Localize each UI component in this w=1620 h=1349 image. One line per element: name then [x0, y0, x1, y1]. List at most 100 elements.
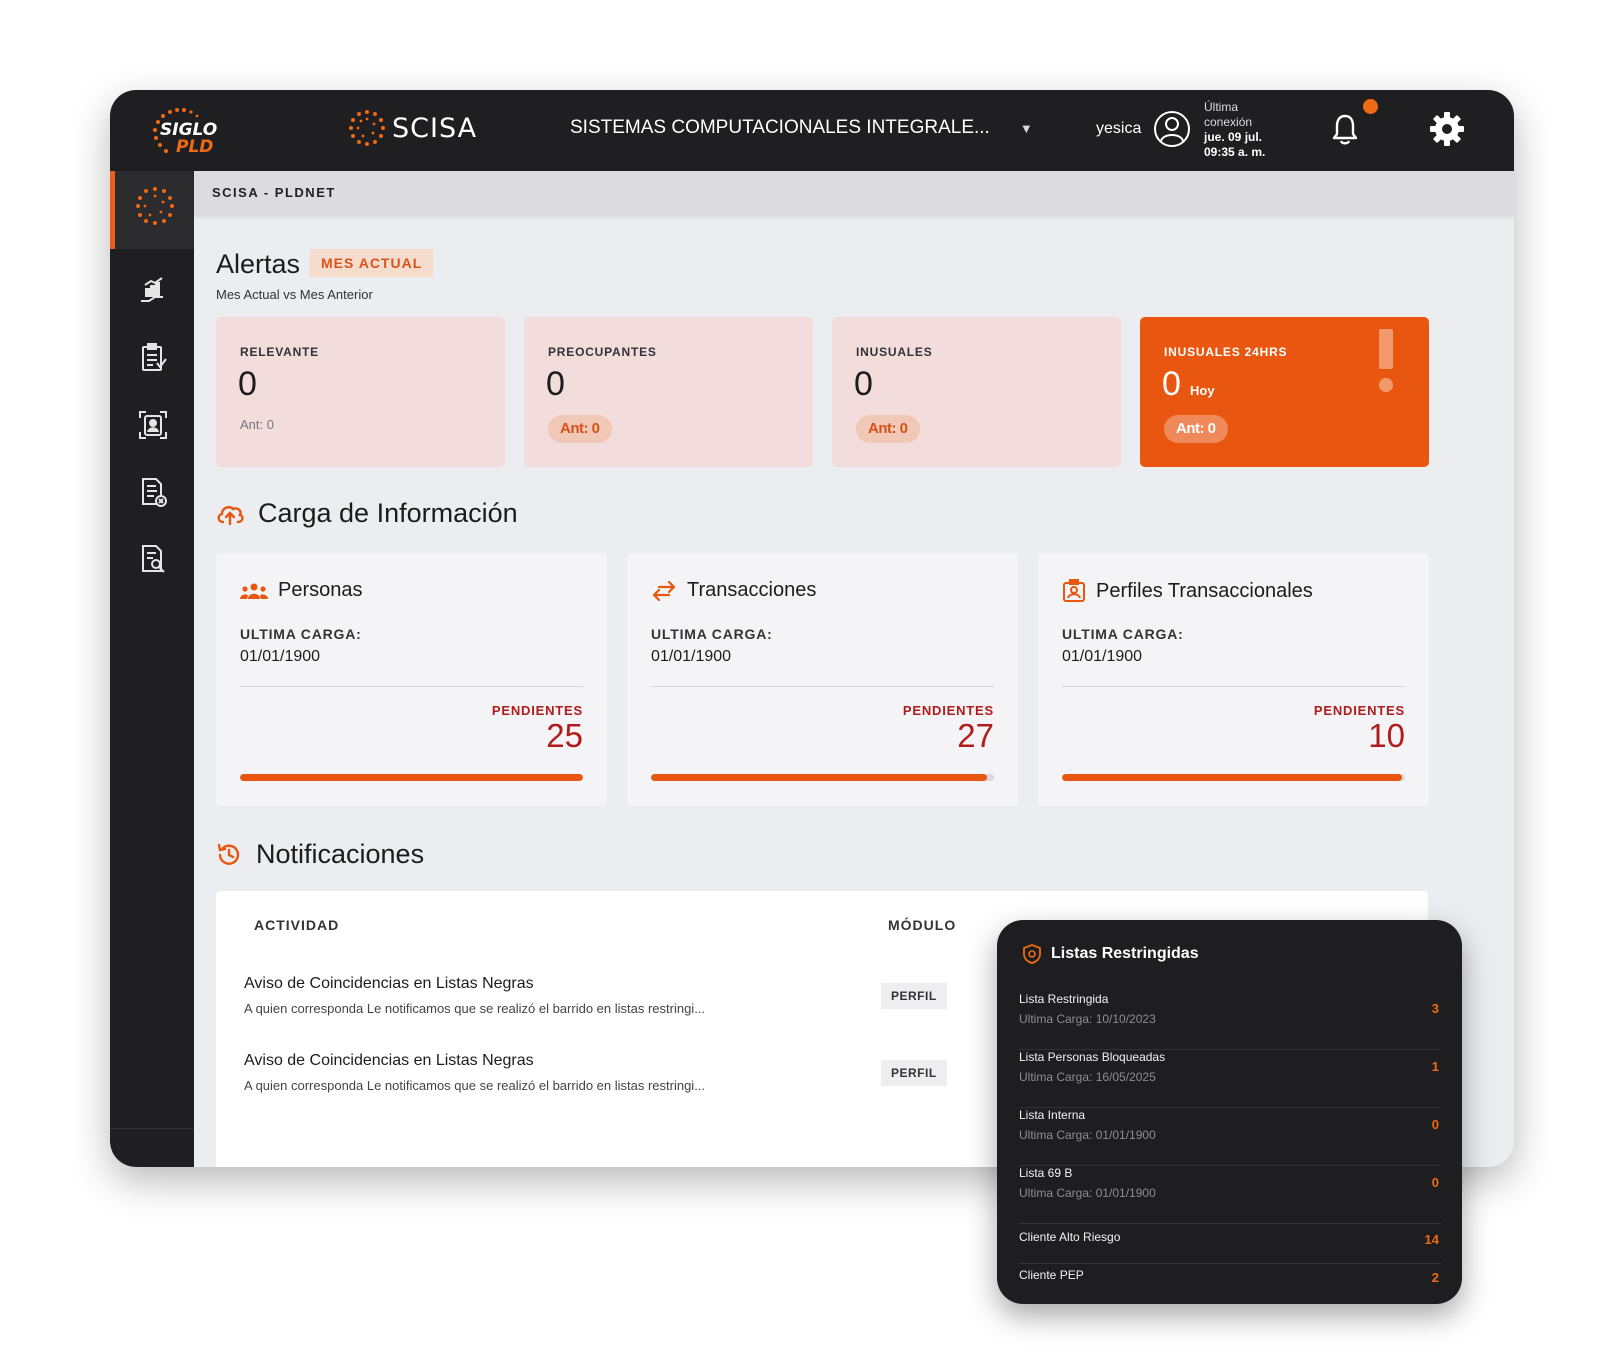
- list-item-count: 14: [1424, 1232, 1439, 1247]
- alert-card-hoy: Hoy: [1190, 383, 1215, 398]
- carga-card-transacciones[interactable]: Transacciones ULTIMA CARGA: 01/01/1900 P…: [627, 553, 1018, 806]
- alert-card-ant: Ant: 0: [240, 417, 274, 432]
- top-bar: SIGLO PLD SCISA SISTEMAS COMPUTACIONALES…: [110, 90, 1514, 171]
- cloud-upload-icon: [217, 505, 244, 525]
- progress-fill: [240, 774, 583, 781]
- analytics-hand-icon[interactable]: [137, 275, 169, 307]
- alert-card-preocupantes[interactable]: PREOCUPANTES 0 Ant: 0: [524, 317, 813, 467]
- list-item[interactable]: Lista 69 B Ultima Carga: 01/01/1900 0: [1019, 1166, 1441, 1224]
- caret-down-icon: ▼: [1019, 120, 1033, 136]
- list-item[interactable]: Lista Restringida Ultima Carga: 10/10/20…: [1019, 992, 1441, 1050]
- gear-icon[interactable]: [1428, 110, 1466, 148]
- alert-card-ant: Ant: 0: [548, 415, 612, 443]
- module-badge: PERFIL: [881, 1060, 947, 1086]
- document-search-icon[interactable]: [137, 543, 169, 575]
- carga-card-header: Transacciones: [651, 579, 816, 602]
- list-item[interactable]: Cliente Alto Riesgo 14: [1019, 1224, 1441, 1264]
- ultima-carga-label: ULTIMA CARGA:: [1062, 626, 1184, 642]
- ultima-carga-date: 01/01/1900: [1062, 648, 1143, 665]
- notification-description: A quien corresponda Le notificamos que s…: [244, 1078, 706, 1093]
- carga-card-title: Transacciones: [687, 579, 817, 601]
- scisa-logo-text: SCISA: [392, 112, 478, 144]
- list-item-count: 2: [1431, 1270, 1439, 1285]
- svg-text:PLD: PLD: [176, 137, 213, 157]
- user-avatar-icon[interactable]: [1153, 110, 1191, 148]
- list-item-name: Lista 69 B: [1019, 1166, 1073, 1180]
- arrows-exchange-icon: [652, 580, 676, 601]
- list-item-name: Lista Personas Bloqueadas: [1019, 1050, 1166, 1064]
- list-item[interactable]: Lista Personas Bloqueadas Ultima Carga: …: [1019, 1050, 1441, 1108]
- pendientes-label: PENDIENTES: [902, 703, 994, 718]
- alert-card-ant: Ant: 0: [1164, 415, 1228, 443]
- list-item-date: Ultima Carga: 10/10/2023: [1019, 1012, 1156, 1026]
- ultima-carga-date: 01/01/1900: [651, 648, 732, 665]
- list-item-date: Ultima Carga: 01/01/1900: [1019, 1186, 1156, 1200]
- progress-bar: [651, 774, 994, 781]
- pendientes-count: 25: [546, 717, 583, 754]
- sidebar: [110, 171, 194, 1167]
- alert-card-value: 0: [854, 365, 873, 403]
- alert-card-label: PREOCUPANTES: [548, 345, 657, 359]
- module-badge: PERFIL: [881, 983, 947, 1009]
- carga-card-title: Perfiles Transaccionales: [1096, 579, 1313, 602]
- carga-card-personas[interactable]: Personas ULTIMA CARGA: 01/01/1900 PENDIE…: [216, 553, 607, 806]
- carga-card-title: Personas: [278, 579, 363, 601]
- alerts-title: Alertas: [216, 249, 301, 279]
- user-name[interactable]: yesica: [1096, 120, 1141, 138]
- carga-section-title: Carga de Información: [216, 498, 518, 529]
- alert-card-value: 0: [1162, 365, 1181, 403]
- scisa-dots-icon: [349, 110, 385, 146]
- profile-id-icon[interactable]: [137, 409, 169, 441]
- last-connection-label-1: Última: [1204, 100, 1239, 114]
- company-selector[interactable]: SISTEMAS COMPUTACIONALES INTEGRALE... ▼: [570, 117, 1033, 139]
- alert-card-label: INUSUALES 24HRS: [1164, 345, 1288, 359]
- pendientes-label: PENDIENTES: [491, 703, 583, 718]
- list-item-name: Cliente PEP: [1019, 1268, 1084, 1282]
- scisa-logo[interactable]: SCISA: [348, 104, 477, 152]
- bell-icon[interactable]: [1330, 112, 1360, 146]
- breadcrumb: SCISA - PLDNET: [194, 171, 1514, 215]
- clipboard-check-icon[interactable]: [137, 342, 169, 374]
- notificaciones-section-title: Notificaciones: [216, 839, 424, 870]
- scisa-logo-icon: [136, 187, 174, 225]
- ultima-carga-label: ULTIMA CARGA:: [240, 626, 362, 642]
- document-x-icon[interactable]: [137, 476, 169, 508]
- last-connection-time: 09:35 a. m.: [1204, 145, 1266, 159]
- carga-card-perfiles[interactable]: Perfiles Transaccionales ULTIMA CARGA: 0…: [1038, 553, 1429, 806]
- notification-description: A quien corresponda Le notificamos que s…: [244, 1001, 706, 1016]
- alert-card-inusuales[interactable]: INUSUALES 0 Ant: 0: [832, 317, 1121, 467]
- carga-card-header: Perfiles Transaccionales: [1062, 579, 1313, 603]
- card-divider: [1062, 686, 1405, 687]
- mes-actual-badge: MES ACTUAL: [310, 249, 434, 277]
- people-icon: [240, 583, 268, 599]
- ultima-carga-label: ULTIMA CARGA:: [651, 626, 773, 642]
- list-item-count: 0: [1431, 1117, 1439, 1132]
- pendientes-count: 10: [1368, 717, 1405, 754]
- alert-card-value: 0: [238, 365, 257, 403]
- siglo-pld-logo[interactable]: SIGLO PLD: [148, 106, 248, 158]
- list-item-count: 0: [1431, 1175, 1439, 1190]
- ultima-carga-date: 01/01/1900: [240, 648, 321, 665]
- card-divider: [651, 686, 994, 687]
- alert-card-value: 0: [546, 365, 565, 403]
- progress-fill: [651, 774, 988, 781]
- list-item[interactable]: Cliente PEP 2: [1019, 1264, 1441, 1300]
- shield-at-icon: [1023, 944, 1041, 964]
- notification-dot: [1363, 99, 1378, 114]
- last-connection-label-2: conexión: [1204, 115, 1253, 129]
- progress-fill: [1062, 774, 1402, 781]
- list-item-date: Ultima Carga: 01/01/1900: [1019, 1128, 1156, 1142]
- list-item-name: Lista Restringida: [1019, 992, 1109, 1006]
- profile-badge-icon: [1063, 579, 1085, 602]
- last-connection-date: jue. 09 jul.: [1204, 130, 1263, 144]
- pendientes-count: 27: [957, 717, 994, 754]
- progress-bar: [240, 774, 583, 781]
- sidebar-item-home[interactable]: [110, 171, 194, 249]
- alert-card-label: INUSUALES: [856, 345, 933, 359]
- alert-card-inusuales-24hrs[interactable]: INUSUALES 24HRS 0 Hoy Ant: 0: [1140, 317, 1429, 467]
- list-item-name: Cliente Alto Riesgo: [1019, 1230, 1121, 1244]
- company-name: SISTEMAS COMPUTACIONALES INTEGRALE...: [570, 117, 990, 138]
- alert-card-relevante[interactable]: RELEVANTE 0 Ant: 0: [216, 317, 505, 467]
- notificaciones-title-text: Notificaciones: [256, 839, 425, 869]
- list-item[interactable]: Lista Interna Ultima Carga: 01/01/1900 0: [1019, 1108, 1441, 1166]
